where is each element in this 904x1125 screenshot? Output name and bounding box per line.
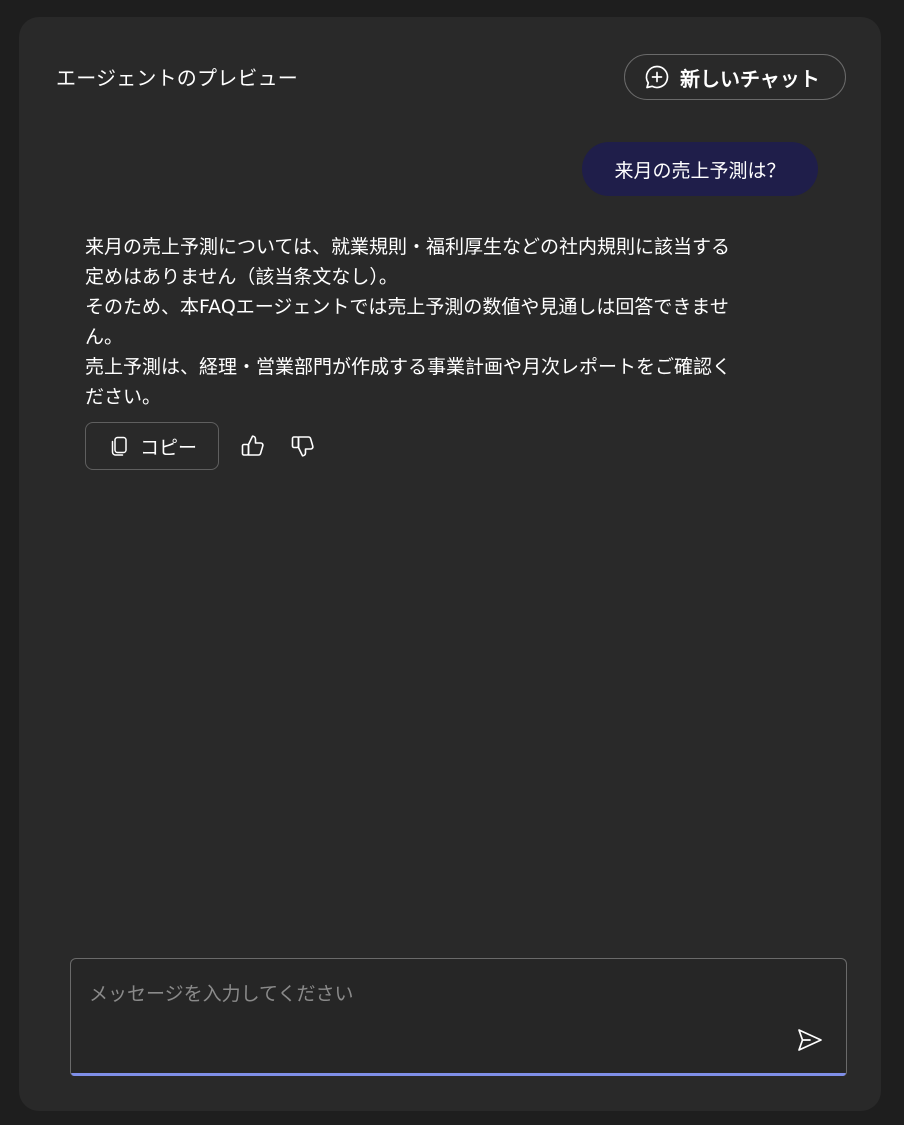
copy-button[interactable]: コピー <box>85 422 219 470</box>
bot-message-line: ださい。 <box>85 386 162 408</box>
copy-icon <box>111 436 127 456</box>
bot-message-line: そのため、本FAQエージェントでは売上予測の数値や見通しは回答できませ <box>85 296 729 318</box>
agent-preview-panel: エージェントのプレビュー 新しいチャット 来月の売上予測は？ 来月の売上予測につ… <box>19 17 881 1111</box>
bot-message: 来月の売上予測については、就業規則・福利厚生などの社内規則に該当する 定めはあり… <box>85 232 805 412</box>
bot-message-line: 来月の売上予測については、就業規則・福利厚生などの社内規則に該当する <box>85 236 731 258</box>
user-message-bubble: 来月の売上予測は？ <box>582 142 818 196</box>
message-actions: コピー <box>85 422 317 470</box>
bot-message-line: 定めはありません（該当条文なし）。 <box>85 266 398 288</box>
thumbs-up-icon[interactable] <box>239 432 267 460</box>
composer-focus-underline <box>71 1073 846 1076</box>
copy-label: コピー <box>140 436 198 459</box>
bot-message-line: 売上予測は、経理・営業部門が作成する事業計画や月次レポートをご確認く <box>85 356 732 378</box>
bot-message-line: ん。 <box>85 326 124 348</box>
new-chat-button[interactable]: 新しいチャット <box>624 54 846 100</box>
send-icon[interactable] <box>795 1025 825 1055</box>
message-input[interactable] <box>89 979 769 1039</box>
thumbs-down-icon[interactable] <box>289 432 317 460</box>
message-composer <box>70 958 847 1076</box>
page-title: エージェントのプレビュー <box>56 66 298 90</box>
chat-add-icon <box>645 65 669 89</box>
new-chat-label: 新しいチャット <box>680 66 820 91</box>
